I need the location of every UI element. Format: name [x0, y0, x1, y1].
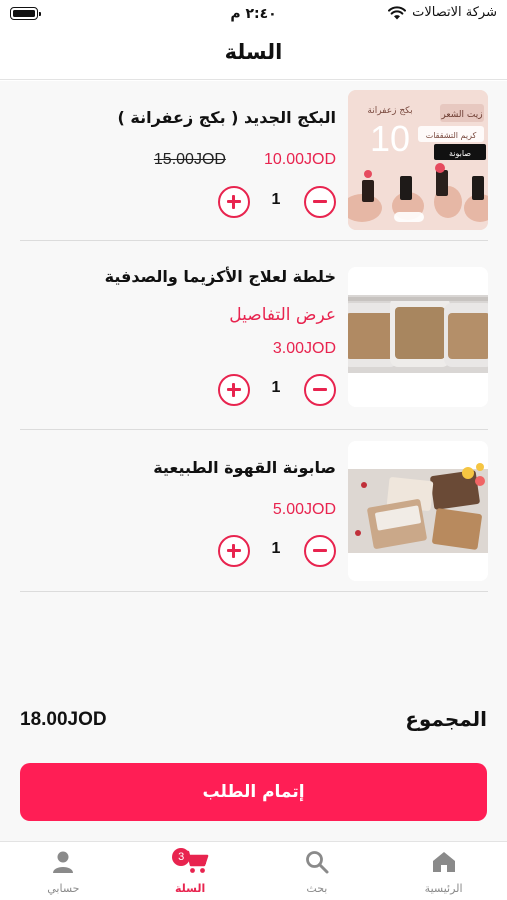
cart-total: المجموع 18.00JOD — [20, 707, 487, 737]
decrease-quantity-button[interactable] — [304, 374, 336, 406]
price-row: 10.00JOD 15.00JOD — [154, 151, 336, 169]
cart-item[interactable]: زيت الشعر بكج زعفرانة 10 كريم التشققات ص… — [20, 81, 488, 241]
thumb-label-cream: كريم التشققات — [426, 131, 477, 140]
tab-home[interactable]: الرئيسية — [380, 842, 507, 900]
thumb-label-price: 10 — [370, 118, 410, 159]
decrease-quantity-button[interactable] — [304, 535, 336, 567]
item-info: البكج الجديد ( بكج زعفرانة ) 10.00JOD 15… — [20, 81, 336, 241]
increase-quantity-button[interactable] — [218, 374, 250, 406]
cart-count-badge: 3 — [172, 848, 191, 866]
tab-account[interactable]: حسابي — [0, 842, 127, 900]
item-title[interactable]: خلطة لعلاج الأكزيما والصدفية — [105, 267, 336, 286]
increase-quantity-button[interactable] — [218, 535, 250, 567]
view-details-link[interactable]: عرض التفاصيل — [229, 305, 336, 325]
item-info: خلطة لعلاج الأكزيما والصدفية عرض التفاصي… — [20, 241, 336, 430]
tab-label: حسابي — [47, 882, 80, 895]
item-title[interactable]: صابونة القهوة الطبيعية — [153, 458, 336, 477]
item-info: صابونة القهوة الطبيعية 5.00JOD 1 — [20, 430, 336, 592]
tab-bar: الرئيسية بحث 3 السلة حسابي — [0, 841, 507, 900]
product-collage-image[interactable]: زيت الشعر بكج زعفرانة 10 كريم التشققات ص… — [348, 90, 488, 230]
quantity-value: 1 — [271, 379, 281, 396]
tab-label: الرئيسية — [424, 882, 463, 895]
wifi-icon — [388, 5, 407, 19]
quantity-value: 1 — [271, 191, 281, 208]
item-price: 3.00JOD — [272, 340, 336, 357]
thumb-label-soap: صابونة — [449, 149, 471, 158]
user-icon — [53, 851, 74, 873]
item-title[interactable]: البكج الجديد ( بكج زعفرانة ) — [118, 108, 337, 127]
soap-bars-image[interactable] — [348, 441, 488, 581]
status-bar: ٢:٤٠ م شركة الاتصالات — [0, 0, 507, 30]
total-value: 18.00JOD — [20, 709, 107, 730]
quantity-stepper: 1 — [218, 186, 336, 218]
status-right: شركة الاتصالات — [388, 5, 497, 20]
increase-quantity-button[interactable] — [218, 186, 250, 218]
product-collage-graphic: زيت الشعر بكج زعفرانة 10 كريم التشققات ص… — [348, 90, 488, 230]
decrease-quantity-button[interactable] — [304, 186, 336, 218]
tab-search[interactable]: بحث — [254, 842, 381, 900]
cream-jars-image[interactable] — [348, 267, 488, 407]
page-title: السلة — [224, 40, 283, 64]
cart-item[interactable]: صابونة القهوة الطبيعية 5.00JOD 1 — [20, 430, 488, 592]
cart-content[interactable]: زيت الشعر بكج زعفرانة 10 كريم التشققات ص… — [0, 81, 507, 841]
total-label: المجموع — [405, 707, 487, 731]
checkout-button[interactable]: إتمام الطلب — [20, 763, 487, 821]
quantity-value: 1 — [271, 540, 281, 557]
quantity-stepper: 1 — [218, 374, 336, 406]
tab-cart[interactable]: 3 السلة — [127, 842, 254, 900]
quantity-stepper: 1 — [218, 535, 336, 567]
carrier-name: شركة الاتصالات — [412, 5, 497, 20]
soap-bars-graphic — [348, 441, 488, 581]
item-price: 5.00JOD — [272, 501, 336, 518]
thumb-label-hair-oil: زيت الشعر — [440, 110, 482, 120]
home-icon — [432, 852, 455, 872]
search-icon — [305, 851, 329, 874]
cart-item[interactable]: خلطة لعلاج الأكزيما والصدفية عرض التفاصي… — [20, 241, 488, 430]
header: السلة — [0, 30, 507, 80]
tab-label: السلة — [174, 882, 206, 895]
thumb-label-package: بكج زعفرانة — [367, 106, 412, 116]
item-price: 10.00JOD — [263, 151, 336, 168]
tab-label: بحث — [306, 882, 328, 895]
cream-jars-graphic — [348, 267, 488, 407]
item-old-price: 15.00JOD — [153, 151, 226, 168]
